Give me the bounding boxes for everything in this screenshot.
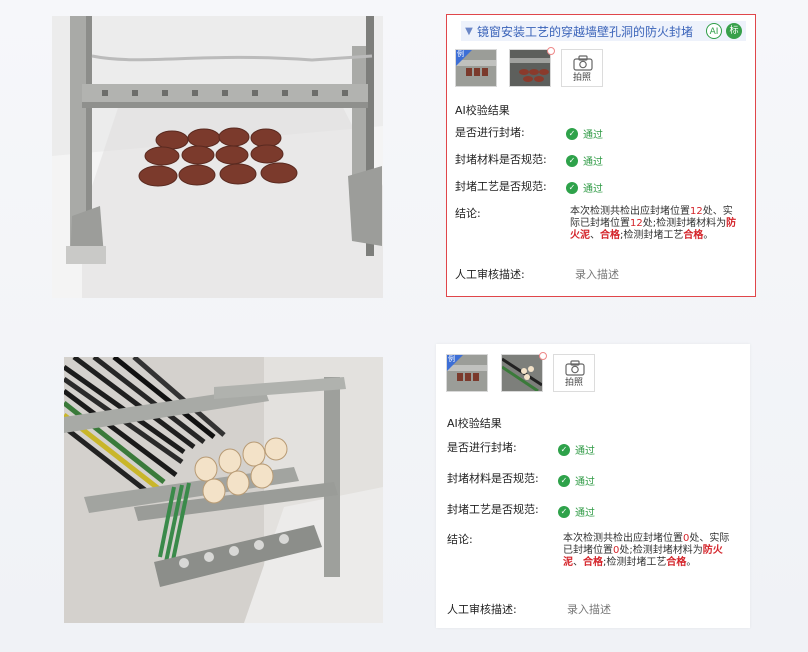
conclusion-text: 本次检测共检出应封堵位置12处、实际已封堵位置12处;检测封堵材料为防火泥、合格… [570,206,737,241]
ai-result-heading: AI校验结果 [455,104,510,117]
status-pass: ✓ 通过 [566,153,603,168]
check-circle-icon: ✓ [566,181,578,194]
check-label-sealed: 是否进行封堵: [447,441,517,454]
take-photo-label: 拍照 [572,73,591,83]
delete-photo-icon[interactable] [539,352,547,360]
standard-badge: 标 [726,23,742,39]
item-header[interactable]: ▼ 镜窗安装工艺的穿越墙壁孔洞的防火封堵 AI 标 [461,21,746,41]
manual-review-label: 人工审核描述: [447,603,517,616]
status-pass: ✓ 通过 [558,504,595,519]
camera-icon [565,360,585,376]
take-photo-button[interactable]: 拍照 [561,49,603,87]
check-circle-icon: ✓ [558,474,570,487]
photo-fire-sealing-after [64,357,383,623]
check-circle-icon: ✓ [558,505,570,518]
inspection-card-2: 例 拍照 AI校验结果 是否进行封堵: ✓ 通过 封堵材料是否规范: ✓ 通过 封堵… [436,344,750,628]
check-label-material: 封堵材料是否规范: [455,153,547,166]
check-circle-icon: ✓ [566,154,578,167]
check-label-process: 封堵工艺是否规范: [455,180,547,193]
inspection-card-1: ▼ 镜窗安装工艺的穿越墙壁孔洞的防火封堵 AI 标 例 拍照 AI校验结果 是否… [446,14,756,297]
status-pass: ✓ 通过 [558,473,595,488]
conclusion-label: 结论: [455,207,481,220]
captured-photo-thumbnail[interactable] [509,49,551,87]
ai-badge: AI [706,23,722,39]
status-pass: ✓ 通过 [558,442,595,457]
captured-photo-thumbnail[interactable] [501,354,543,392]
status-pass: ✓ 通过 [566,180,603,195]
camera-icon [573,55,593,71]
check-circle-icon: ✓ [558,443,570,456]
take-photo-label: 拍照 [564,378,583,388]
delete-photo-icon[interactable] [547,47,555,55]
chevron-down-icon[interactable]: ▼ [461,26,477,37]
example-tag: 例 [448,355,455,363]
manual-review-label: 人工审核描述: [455,268,525,281]
conclusion-text: 本次检测共检出应封堵位置0处、实际已封堵位置0处;检测封堵材料为防火泥、合格;检… [563,533,730,568]
take-photo-button[interactable]: 拍照 [553,354,595,392]
manual-review-input[interactable]: 录入描述 [567,601,611,617]
conclusion-label: 结论: [447,533,473,546]
status-pass: ✓ 通过 [566,126,603,141]
example-thumbnail[interactable]: 例 [446,354,488,392]
example-thumbnail[interactable]: 例 [455,49,497,87]
example-tag: 例 [457,50,464,58]
check-label-material: 封堵材料是否规范: [447,472,539,485]
ai-result-heading: AI校验结果 [447,417,502,430]
item-title: 镜窗安装工艺的穿越墙壁孔洞的防火封堵 [477,24,694,39]
check-label-sealed: 是否进行封堵: [455,126,525,139]
check-circle-icon: ✓ [566,127,578,140]
photo-fire-sealing-before [52,16,383,298]
manual-review-input[interactable]: 录入描述 [575,266,619,282]
check-label-process: 封堵工艺是否规范: [447,503,539,516]
